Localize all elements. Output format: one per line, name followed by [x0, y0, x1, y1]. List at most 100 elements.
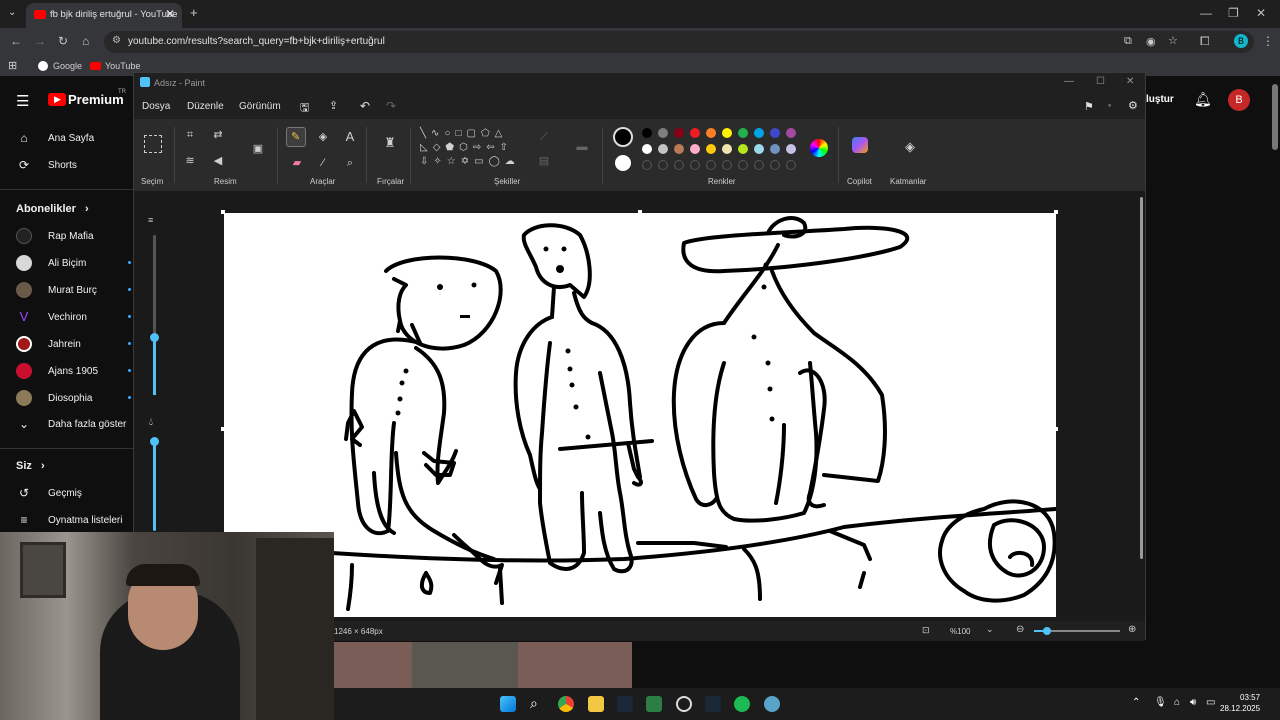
reload-icon[interactable]: ↻: [58, 34, 68, 48]
shape-triangle-icon[interactable]: △: [495, 128, 508, 139]
chrome-taskbar-icon[interactable]: [558, 696, 574, 712]
start-menu-icon[interactable]: [500, 696, 516, 712]
paint-maximize-icon[interactable]: ☐: [1096, 76, 1105, 87]
app3-icon[interactable]: [764, 696, 780, 712]
opacity-thumb[interactable]: [150, 437, 159, 446]
custom-color-slot[interactable]: [674, 160, 684, 170]
palette-color-swatch[interactable]: [706, 128, 716, 138]
pencil-tool-active[interactable]: ✎: [286, 127, 306, 147]
menu-edit[interactable]: Düzenle: [187, 101, 224, 112]
selection-tool-icon[interactable]: [144, 135, 162, 153]
browser-tab[interactable]: fb bjk diriliş ertuğrul - YouTube ✕: [26, 3, 182, 28]
tab-close-icon[interactable]: ✕: [165, 7, 175, 21]
palette-color-swatch[interactable]: [738, 144, 748, 154]
shape-star5-icon[interactable]: ☆: [447, 156, 461, 167]
app-icon[interactable]: [646, 696, 662, 712]
battery-icon[interactable]: ▭: [1206, 697, 1215, 708]
fill-bucket-icon[interactable]: ◈: [315, 129, 331, 145]
custom-color-slot[interactable]: [642, 160, 652, 170]
shape-right-triangle-icon[interactable]: ◺: [420, 142, 433, 153]
shape-rectangle-icon[interactable]: □: [455, 128, 466, 139]
forward-icon[interactable]: →: [34, 34, 46, 48]
shape-oval-icon[interactable]: ○: [444, 128, 455, 139]
youtube-user-avatar[interactable]: B: [1228, 89, 1250, 111]
bookmark-youtube[interactable]: YouTube: [105, 61, 140, 71]
palette-color-swatch[interactable]: [754, 144, 764, 154]
steam-icon[interactable]: [617, 696, 633, 712]
edit-colors-icon[interactable]: [810, 139, 828, 157]
zoom-slider-thumb[interactable]: [1043, 627, 1051, 635]
palette-color-swatch[interactable]: [770, 128, 780, 138]
shape-fill-icon[interactable]: ▤: [536, 153, 552, 169]
install-icon[interactable]: ⧉: [1124, 35, 1132, 48]
page-scrollbar[interactable]: [1272, 84, 1278, 150]
notifications-bell-icon[interactable]: 🔔︎: [1194, 91, 1212, 108]
volume-icon[interactable]: 🔊︎: [1190, 697, 1196, 708]
palette-color-swatch[interactable]: [690, 144, 700, 154]
apps-grid-icon[interactable]: ⊞: [8, 59, 17, 72]
palette-color-swatch[interactable]: [642, 128, 652, 138]
bookmark-star-icon[interactable]: ☆: [1168, 34, 1178, 47]
layers-icon[interactable]: ◈: [902, 139, 918, 155]
file-explorer-icon[interactable]: [588, 696, 604, 712]
custom-color-slot[interactable]: [658, 160, 668, 170]
secondary-color[interactable]: [615, 155, 631, 171]
new-tab-icon[interactable]: +: [190, 5, 198, 20]
microphone-icon[interactable]: 🎙︎: [1154, 697, 1167, 708]
custom-color-slot[interactable]: [770, 160, 780, 170]
palette-color-swatch[interactable]: [722, 128, 732, 138]
crop-icon[interactable]: ⌗: [182, 127, 198, 143]
custom-color-slot[interactable]: [722, 160, 732, 170]
extensions-icon[interactable]: ⧠: [1200, 34, 1210, 49]
palette-color-swatch[interactable]: [754, 128, 764, 138]
steam2-icon[interactable]: [705, 696, 721, 712]
image-effects-icon[interactable]: ≋: [182, 153, 198, 169]
browser-menu-icon[interactable]: ⋮: [1262, 34, 1274, 48]
palette-color-swatch[interactable]: [690, 128, 700, 138]
site-info-icon[interactable]: ⚙: [112, 35, 121, 46]
opacity-slider[interactable]: [150, 437, 159, 531]
magnifier-icon[interactable]: ⌕: [342, 155, 358, 171]
zoom-level[interactable]: %100: [950, 627, 970, 636]
shape-line-icon[interactable]: ╲: [420, 128, 431, 139]
notifications-icon[interactable]: ◦: [1108, 100, 1111, 110]
feedback-icon[interactable]: ⚑: [1084, 100, 1094, 113]
canvas-handle[interactable]: [221, 427, 225, 431]
menu-file[interactable]: Dosya: [142, 101, 170, 112]
copilot-icon[interactable]: [852, 137, 868, 153]
zoom-out-icon[interactable]: ⊖: [1016, 624, 1024, 635]
minimize-icon[interactable]: —: [1200, 6, 1212, 20]
tray-chevron-icon[interactable]: ⌃: [1132, 697, 1140, 708]
create-button-label[interactable]: luştur: [1146, 94, 1174, 105]
shapes-gallery[interactable]: ╲∿○□▢⬠△ ◺◇⬟⬡⇨⇦⇧ ⇩✧☆✡▭◯☁: [420, 127, 526, 171]
eraser-icon[interactable]: ▰: [289, 155, 305, 171]
settings-gear-icon[interactable]: ⚙: [1128, 99, 1138, 112]
bookmark-google[interactable]: Google: [53, 61, 82, 71]
taskbar-clock[interactable]: 03:57 28.12.2025: [1220, 692, 1260, 714]
custom-color-slot[interactable]: [754, 160, 764, 170]
maximize-icon[interactable]: ❐: [1228, 6, 1239, 20]
text-tool-icon[interactable]: A: [342, 129, 358, 145]
palette-color-swatch[interactable]: [658, 128, 668, 138]
rotate-icon[interactable]: ◀: [210, 153, 226, 169]
browser-profile-avatar[interactable]: B: [1234, 34, 1248, 48]
drawing-canvas[interactable]: [224, 213, 1056, 617]
subscriptions-header[interactable]: Abonelikler ›: [16, 203, 89, 215]
palette-color-swatch[interactable]: [738, 128, 748, 138]
network-icon[interactable]: ⌂: [1174, 697, 1180, 708]
brush-icon[interactable]: ♜: [382, 135, 398, 151]
custom-color-slot[interactable]: [706, 160, 716, 170]
shape-arrow-left-icon[interactable]: ⇦: [486, 142, 499, 153]
you-header[interactable]: Siz ›: [16, 460, 45, 472]
palette-color-swatch[interactable]: [706, 144, 716, 154]
share-icon[interactable]: ⇪: [329, 99, 338, 112]
shape-arrow-down-icon[interactable]: ⇩: [420, 156, 433, 167]
shape-pentagon-icon[interactable]: ⬟: [445, 142, 459, 153]
hide-icon[interactable]: ◉: [1146, 35, 1156, 48]
zoom-in-icon[interactable]: ⊕: [1128, 624, 1136, 635]
zoom-dropdown-icon[interactable]: ⌄: [986, 624, 994, 635]
home-icon[interactable]: ⌂: [82, 34, 89, 48]
palette-color-swatch[interactable]: [770, 144, 780, 154]
canvas-scrollbar[interactable]: [1140, 197, 1143, 559]
video-thumbnail[interactable]: [334, 642, 632, 688]
